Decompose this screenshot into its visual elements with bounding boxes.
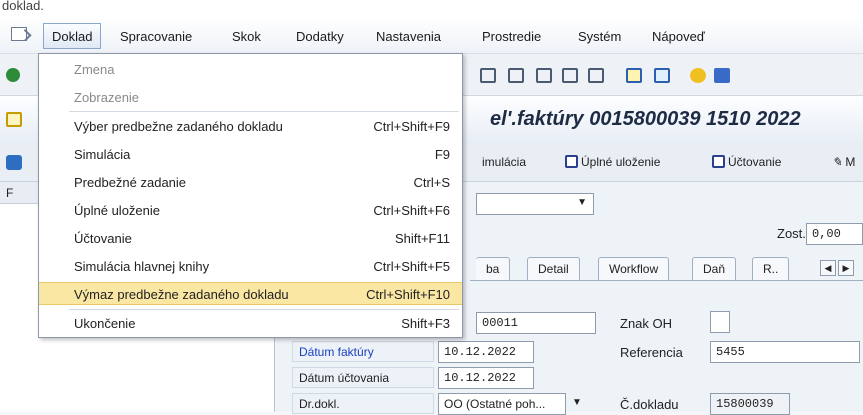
menu-item-zmena: Zmena [74,62,115,77]
full-save-label: Úplné uloženie [581,155,661,169]
layout-icon[interactable] [714,68,730,83]
chevron-down-icon: ▼ [572,397,582,408]
menu-item-uctovanie[interactable]: Účtovanie Shift+F11 [39,227,462,250]
help-icon[interactable] [690,68,706,83]
znak-oh-field[interactable] [710,311,730,333]
zost-field: 0,00 [806,223,863,245]
tab-more[interactable]: R.. [752,257,790,280]
page-title: el'.faktúry 0015800039 1510 2022 [490,108,801,130]
transaction-select[interactable]: ▼ [476,193,594,215]
c-dokladu-label: Č.dokladu [620,397,679,412]
vendor-field[interactable]: 00011 [476,312,596,334]
menu-item-predbezne-zadanie[interactable]: Predbežné zadanie Ctrl+S [39,171,462,194]
tab-detail[interactable]: Detail [527,257,580,280]
menu-item-uplne-ulozenie[interactable]: Úplné uloženie Ctrl+Shift+F6 [39,199,462,222]
datum-faktury-field[interactable]: 10.12.2022 [438,341,534,363]
exit-icon[interactable] [11,27,27,41]
next-page-icon[interactable] [562,68,578,83]
menu-prostredie[interactable]: Prostredie [482,29,541,44]
pencil-icon: ✎ [832,155,843,169]
create-session-icon[interactable] [626,68,642,83]
full-save-button[interactable]: Úplné uloženie [565,155,660,169]
posting-icon [712,155,725,168]
menu-item-ukoncenie[interactable]: Ukončenie Shift+F3 [39,312,462,335]
ok-icon[interactable] [6,68,20,82]
menu-item-vyber-predbezne[interactable]: Výber predbežne zadaného dokladu Ctrl+Shi… [39,115,462,138]
last-page-icon[interactable] [588,68,604,83]
dr-dokl-label: Dr.dokl. [292,393,434,414]
menu-spracovanie[interactable]: Spracovanie [120,29,192,44]
menu-nastavenia[interactable]: Nastavenia [376,29,441,44]
menu-item-simulacia[interactable]: Simulácia F9 [39,143,462,166]
more-label: M [845,155,856,169]
find-icon[interactable] [480,68,496,83]
zost-label: Zost. [777,226,806,241]
datum-uctovania-label: Dátum účtovania [292,367,434,388]
tab-workflow[interactable]: Workflow [598,257,670,280]
menu-bar: Doklad Spracovanie Skok Dodatky Nastaven… [0,18,863,54]
menu-item-vymaz-predbezne[interactable]: Výmaz predbežne zadaného dokladu Ctrl+Shi… [39,282,462,305]
tab-scroll-left-icon[interactable]: ◀ [820,260,836,276]
first-page-icon[interactable] [508,68,524,83]
posting-button[interactable]: Účtovanie [712,155,781,169]
doklad-dropdown-menu: Zmena Zobrazenie Výber predbežne zadanéh… [38,53,463,338]
page-caption: doklad. [0,0,863,18]
menu-system[interactable]: Systém [578,29,621,44]
datum-faktury-label: Dátum faktúry [292,341,434,362]
tab-divider [470,280,863,281]
menu-skok[interactable]: Skok [232,29,261,44]
shortcut-icon[interactable] [654,68,670,83]
tab-scroll-right-icon[interactable]: ▶ [838,260,854,276]
menu-separator [69,309,459,310]
more-button[interactable]: ✎ M [832,155,855,169]
chevron-down-icon: ▼ [577,197,587,208]
menu-napoved[interactable]: Nápoveď [652,29,705,44]
tab-dan[interactable]: Daň [692,257,737,280]
datum-uctovania-field[interactable]: 10.12.2022 [438,367,534,389]
document-icon [6,112,22,127]
menu-separator [69,111,459,112]
referencia-label: Referencia [620,345,683,360]
menu-doklad[interactable]: Doklad [43,23,102,49]
back-icon[interactable] [6,155,22,170]
referencia-field[interactable]: 5455 [710,341,860,363]
tab-zakladne-udaje[interactable]: ba [476,257,511,280]
save-icon [565,155,578,168]
znak-oh-label: Znak OH [620,316,673,331]
simulation-button[interactable]: imulácia [482,155,526,169]
menu-item-simulacia-hlavnej-knihy[interactable]: Simulácia hlavnej knihy Ctrl+Shift+F5 [39,255,462,278]
menu-dodatky[interactable]: Dodatky [296,29,344,44]
menu-item-zobrazenie: Zobrazenie [74,90,140,105]
previous-page-icon[interactable] [536,68,552,83]
posting-label: Účtovanie [728,155,782,169]
